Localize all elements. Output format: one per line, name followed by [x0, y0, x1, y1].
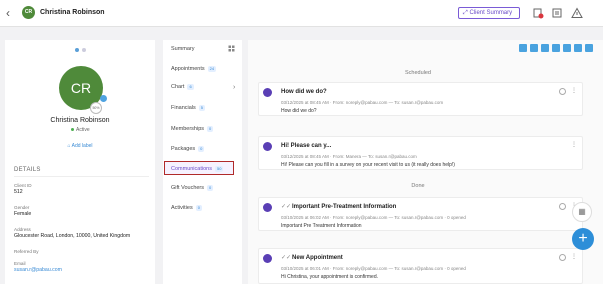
message-icon — [263, 88, 272, 97]
done-divider: Done — [411, 183, 425, 189]
notification-icon[interactable] — [532, 7, 544, 19]
details-heading: DETAILS — [14, 167, 149, 177]
menu-item-label: Appointments — [171, 66, 205, 72]
phone-icon[interactable] — [530, 44, 538, 52]
menu-item-label: Financials — [171, 105, 196, 111]
add-label-link[interactable]: ⌂ Add label — [5, 143, 155, 149]
count-badge: 0 — [195, 205, 202, 211]
menu-item-label: Memberships — [171, 126, 205, 132]
menu-item-label: Summary — [171, 46, 195, 52]
email-icon[interactable] — [574, 44, 582, 52]
card-meta: 03/12/2025 at 08:45 AM · From: noreply@p… — [281, 100, 444, 105]
scheduled-divider: Scheduled — [405, 70, 431, 76]
camera-icon[interactable] — [100, 95, 107, 102]
menu-item-label: Packages — [171, 146, 196, 152]
status-circle-icon[interactable] — [559, 203, 566, 210]
card-meta: 03/10/2025 at 06:02 AM · From: noreply@p… — [281, 215, 466, 220]
status-badge: Active — [71, 127, 90, 133]
email-value[interactable]: susan.r@pabau.com — [14, 267, 62, 273]
action-toolbar — [516, 44, 593, 54]
card-body: How did we do? — [281, 108, 317, 114]
count-badge: 0 — [207, 126, 214, 132]
menu-item-summary[interactable]: Summary — [171, 46, 195, 52]
menu-item-chart[interactable]: Chart 6 — [171, 84, 194, 90]
client-id-label: Client ID — [14, 183, 32, 188]
gender-label: Gender — [14, 205, 30, 210]
menu-item-appointments[interactable]: Appointments 24 — [171, 66, 217, 72]
status-circle-icon[interactable] — [559, 254, 566, 261]
card-title: New Appointment — [292, 255, 343, 261]
sms-icon[interactable] — [519, 44, 527, 52]
double-check-icon: ✓✓ — [281, 255, 292, 261]
add-label-text: Add label — [71, 143, 93, 149]
client-nav-menu: Summary Appointments 24 Chart 6 › Financia… — [163, 40, 242, 284]
communication-card[interactable]: ✓✓ New Appointment 03/10/2025 at 06:01 A… — [258, 248, 583, 284]
letter-icon[interactable] — [563, 44, 571, 52]
gender-value: Female — [14, 211, 32, 217]
profile-completion-badge: 50% — [90, 102, 102, 114]
communication-card[interactable]: ✓✓ Important Pre-Treatment Information 0… — [258, 197, 583, 231]
communication-card[interactable]: How did we do? 03/12/2025 at 08:45 AM · … — [258, 82, 583, 116]
count-badge: 5 — [198, 105, 205, 111]
count-badge: 50 — [214, 166, 224, 172]
card-title: Important Pre-Treatment Information — [292, 204, 397, 210]
menu-item-communications[interactable]: Communications 50 — [171, 166, 224, 172]
menu-item-memberships[interactable]: Memberships 0 — [171, 126, 214, 132]
menu-item-gift-vouchers[interactable]: Gift Vouchers 0 — [171, 185, 214, 191]
menu-item-label: Chart — [171, 84, 185, 90]
menu-item-financials[interactable]: Financials 5 — [171, 105, 205, 111]
alert-icon[interactable] — [571, 7, 583, 19]
email-icon — [263, 203, 272, 212]
double-check-icon: ✓✓ — [281, 204, 292, 210]
back-arrow-icon[interactable]: ‹ — [6, 7, 10, 19]
status-circle-icon[interactable] — [559, 88, 566, 95]
card-meta: 03/10/2025 at 06:01 AM · From: noreply@p… — [281, 266, 466, 271]
calendar-icon[interactable]: ▦ — [572, 202, 592, 222]
whatsapp-icon[interactable] — [541, 44, 549, 52]
header-avatar: CR — [22, 6, 35, 19]
grid-icon[interactable] — [228, 45, 235, 52]
email-icon — [263, 254, 272, 263]
menu-item-activities[interactable]: Activities 0 — [171, 205, 202, 211]
client-summary-button[interactable]: ⤢ Client Summary — [458, 7, 520, 19]
more-menu-icon[interactable]: ⋮ — [571, 141, 577, 148]
client-profile-panel: CR 50% Christina Robinson Active ⌂ Add l… — [5, 40, 155, 284]
count-badge: 0 — [198, 146, 205, 152]
top-bar: ‹ CR Christina Robinson ⤢ Client Summary — [0, 0, 603, 27]
card-body: Hi Christina, your appointment is confir… — [281, 274, 378, 280]
card-meta: 03/12/2025 at 08:45 AM · From: Manera — … — [281, 154, 417, 159]
card-title: Hi! Please can y... — [281, 143, 332, 149]
client-name: Christina Robinson — [50, 117, 110, 124]
count-badge: 6 — [187, 84, 194, 90]
menu-item-label: Gift Vouchers — [171, 185, 205, 191]
menu-item-packages[interactable]: Packages 0 — [171, 146, 205, 152]
carousel-dots[interactable] — [75, 48, 89, 54]
header-client-name: Christina Robinson — [40, 9, 105, 16]
email-label: Email — [14, 261, 26, 266]
menu-item-label: Communications — [171, 166, 212, 172]
communications-feed: Scheduled How did we do? 03/12/2025 at 0… — [248, 40, 603, 284]
chevron-right-icon[interactable]: › — [233, 84, 235, 91]
address-label: Address — [14, 227, 31, 232]
card-body: Hi! Please can you fill in a survey on y… — [281, 162, 455, 168]
referred-by-label: Referred By — [14, 249, 39, 254]
more-menu-icon[interactable]: ⋮ — [571, 253, 577, 260]
more-menu-icon[interactable]: ⋮ — [571, 87, 577, 94]
chat-icon[interactable] — [552, 44, 560, 52]
status-label: Active — [76, 127, 90, 133]
count-badge: 0 — [207, 185, 214, 191]
client-summary-label: Client Summary — [469, 10, 513, 16]
count-badge: 24 — [207, 66, 217, 72]
address-value: Gloucester Road, London, 10000, United K… — [14, 233, 131, 239]
form-icon[interactable] — [585, 44, 593, 52]
card-title: How did we do? — [281, 89, 327, 95]
message-icon — [263, 142, 272, 151]
menu-item-label: Activities — [171, 205, 193, 211]
notes-icon[interactable] — [551, 7, 563, 19]
create-button[interactable]: + — [572, 228, 594, 250]
communication-card[interactable]: Hi! Please can y... 03/12/2025 at 08:45 … — [258, 136, 583, 170]
card-body: Important Pre Treatment Information — [281, 223, 362, 229]
client-id-value: 512 — [14, 189, 23, 195]
